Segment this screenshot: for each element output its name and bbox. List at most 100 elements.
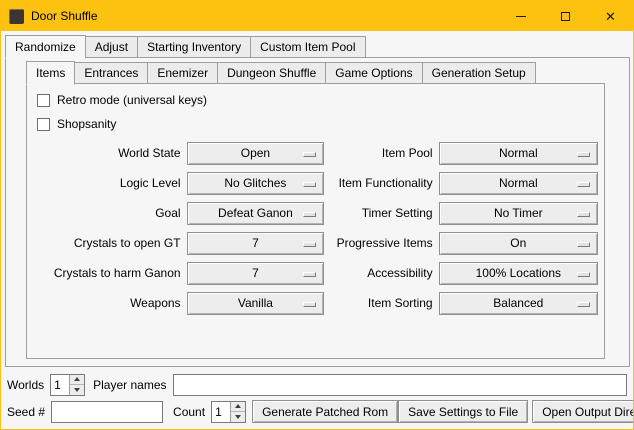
app-window: Door Shuffle ✕ Randomize Adjust Starting… [0, 0, 634, 430]
dropdown-indicator-icon [303, 212, 316, 217]
accessibility-dropdown[interactable]: 100% Locations [439, 262, 598, 285]
shopsanity-row: Shopsanity [37, 114, 604, 134]
worlds-value: 1 [51, 375, 69, 395]
options-grid: World State Open Item Pool Normal [27, 138, 604, 318]
tab-starting-inventory[interactable]: Starting Inventory [137, 36, 251, 58]
count-spinbox[interactable]: 1 [211, 401, 246, 423]
tab-game-options[interactable]: Game Options [325, 62, 422, 84]
worlds-spin-down[interactable] [70, 385, 84, 395]
tab-entrances[interactable]: Entrances [74, 62, 148, 84]
close-icon: ✕ [605, 10, 616, 23]
crystals-gt-dropdown[interactable]: 7 [187, 232, 325, 255]
sub-tab-bar: Items Entrances Enemizer Dungeon Shuffle… [26, 61, 629, 84]
logic-level-dropdown[interactable]: No Glitches [187, 172, 325, 195]
seed-row: Seed # Count 1 Generate Patched Rom Save… [7, 400, 627, 423]
weapons-value: Vanilla [238, 296, 273, 310]
crystals-ganon-dropdown[interactable]: 7 [187, 262, 325, 285]
player-names-input[interactable] [173, 374, 628, 396]
retro-mode-checkbox[interactable] [37, 94, 50, 107]
options-row: Weapons Vanilla Item Sorting Balanced [27, 288, 604, 318]
dropdown-indicator-icon [303, 272, 316, 277]
minimize-button[interactable] [498, 1, 543, 31]
close-button[interactable]: ✕ [588, 1, 633, 31]
count-spin-up[interactable] [231, 402, 245, 412]
goal-label: Goal [33, 206, 181, 220]
spin-up-icon [74, 377, 80, 381]
dropdown-indicator-icon [303, 302, 316, 307]
bottom-bar: Worlds 1 Player names Seed # Count 1 [7, 373, 627, 423]
tab-adjust[interactable]: Adjust [85, 36, 138, 58]
accessibility-label: Accessibility [332, 266, 432, 280]
dropdown-indicator-icon [577, 182, 590, 187]
spin-down-icon [74, 388, 80, 392]
options-row: World State Open Item Pool Normal [27, 138, 604, 168]
randomize-pane: Items Entrances Enemizer Dungeon Shuffle… [5, 57, 630, 367]
count-label: Count [173, 405, 205, 419]
timer-setting-dropdown[interactable]: No Timer [439, 202, 598, 225]
tab-dungeon-shuffle[interactable]: Dungeon Shuffle [217, 62, 326, 84]
logic-level-value: No Glitches [224, 176, 286, 190]
item-sorting-label: Item Sorting [332, 296, 432, 310]
options-row: Crystals to harm Ganon 7 Accessibility 1… [27, 258, 604, 288]
crystals-gt-label: Crystals to open GT [33, 236, 181, 250]
timer-setting-value: No Timer [494, 206, 543, 220]
titlebar: Door Shuffle ✕ [1, 1, 633, 31]
item-functionality-label: Item Functionality [332, 176, 432, 190]
tab-enemizer[interactable]: Enemizer [147, 62, 218, 84]
weapons-dropdown[interactable]: Vanilla [187, 292, 325, 315]
dropdown-indicator-icon [577, 212, 590, 217]
shopsanity-checkbox[interactable] [37, 118, 50, 131]
spin-up-icon [235, 404, 241, 408]
item-functionality-dropdown[interactable]: Normal [439, 172, 598, 195]
options-row: Crystals to open GT 7 Progressive Items … [27, 228, 604, 258]
tab-randomize[interactable]: Randomize [5, 35, 86, 59]
timer-setting-label: Timer Setting [332, 206, 432, 220]
minimize-icon [516, 16, 526, 17]
item-pool-value: Normal [499, 146, 538, 160]
open-output-directory-button[interactable]: Open Output Directory [532, 400, 634, 423]
count-spin-down[interactable] [231, 412, 245, 422]
generate-patched-rom-button[interactable]: Generate Patched Rom [252, 400, 398, 423]
world-state-dropdown[interactable]: Open [187, 142, 325, 165]
seed-label: Seed # [7, 405, 45, 419]
crystals-ganon-value: 7 [252, 266, 259, 280]
accessibility-value: 100% Locations [476, 266, 561, 280]
worlds-spinbox[interactable]: 1 [50, 374, 85, 396]
item-sorting-dropdown[interactable]: Balanced [439, 292, 598, 315]
maximize-icon [561, 12, 570, 21]
item-sorting-value: Balanced [493, 296, 543, 310]
options-row: Logic Level No Glitches Item Functionali… [27, 168, 604, 198]
main-tab-bar: Randomize Adjust Starting Inventory Cust… [5, 35, 630, 58]
dropdown-indicator-icon [303, 242, 316, 247]
worlds-row: Worlds 1 Player names [7, 373, 627, 396]
item-pool-dropdown[interactable]: Normal [439, 142, 598, 165]
progressive-items-value: On [510, 236, 526, 250]
goal-value: Defeat Ganon [218, 206, 293, 220]
goal-dropdown[interactable]: Defeat Ganon [187, 202, 325, 225]
window-title: Door Shuffle [31, 9, 498, 23]
maximize-button[interactable] [543, 1, 588, 31]
dropdown-indicator-icon [577, 302, 590, 307]
spin-down-icon [235, 415, 241, 419]
weapons-label: Weapons [33, 296, 181, 310]
progressive-items-dropdown[interactable]: On [439, 232, 598, 255]
save-settings-button[interactable]: Save Settings to File [398, 400, 528, 423]
world-state-value: Open [241, 146, 270, 160]
item-functionality-value: Normal [499, 176, 538, 190]
tab-custom-item-pool[interactable]: Custom Item Pool [250, 36, 365, 58]
dropdown-indicator-icon [577, 152, 590, 157]
seed-input[interactable] [51, 401, 163, 423]
worlds-spin-up[interactable] [70, 375, 84, 385]
player-names-label: Player names [93, 378, 166, 392]
crystals-gt-value: 7 [252, 236, 259, 250]
logic-level-label: Logic Level [33, 176, 181, 190]
shopsanity-label: Shopsanity [57, 117, 116, 131]
dropdown-indicator-icon [303, 152, 316, 157]
worlds-label: Worlds [7, 378, 44, 392]
retro-mode-row: Retro mode (universal keys) [37, 90, 604, 110]
items-pane: Retro mode (universal keys) Shopsanity W… [26, 83, 605, 359]
tab-items[interactable]: Items [26, 61, 75, 85]
item-pool-label: Item Pool [332, 146, 432, 160]
count-value: 1 [212, 402, 230, 422]
tab-generation-setup[interactable]: Generation Setup [422, 62, 536, 84]
